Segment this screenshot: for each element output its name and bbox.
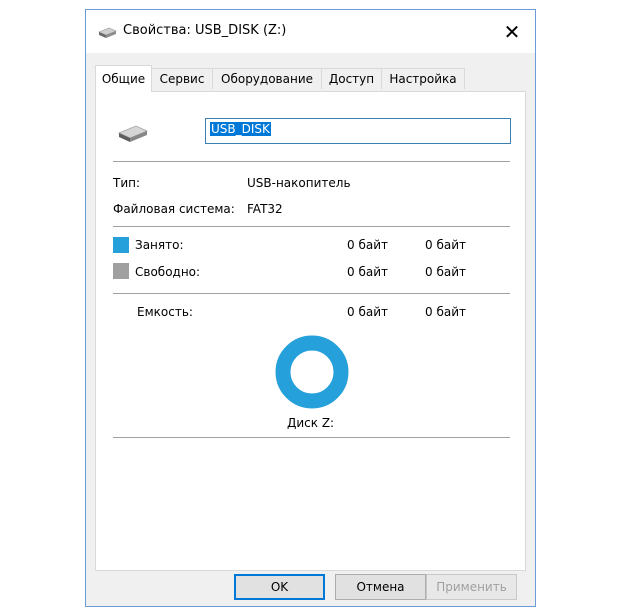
volume-name-selection: USB_DISK [210, 122, 271, 136]
disk-usage-chart [275, 335, 349, 409]
capacity-bytes: 0 байт [347, 305, 388, 319]
tab-label: Настройка [389, 72, 457, 86]
tab-customize[interactable]: Настройка [381, 68, 465, 89]
title-bar: Свойства: USB_DISK (Z:) ✕ [86, 10, 535, 53]
ok-button[interactable]: OK [234, 574, 325, 600]
disk-usage-ring [275, 335, 349, 409]
capacity-label: Емкость: [137, 305, 193, 319]
tab-service[interactable]: Сервис [151, 68, 213, 89]
divider [113, 161, 510, 162]
used-space-swatch [113, 237, 129, 253]
free-size: 0 байт [425, 265, 466, 279]
free-space-swatch [113, 263, 129, 279]
free-label: Свободно: [135, 265, 201, 279]
tab-label: Оборудование [221, 72, 313, 86]
properties-dialog: Свойства: USB_DISK (Z:) ✕ Общие Сервис О… [85, 9, 536, 607]
apply-button: Применить [426, 574, 517, 600]
usb-drive-icon [98, 27, 117, 38]
apply-button-label: Применить [436, 580, 507, 594]
ok-button-label: OK [270, 580, 289, 594]
tab-sharing[interactable]: Доступ [321, 68, 382, 89]
tab-hardware[interactable]: Оборудование [212, 68, 322, 89]
type-value: USB-накопитель [247, 176, 351, 190]
close-icon: ✕ [503, 19, 521, 44]
tab-label: Доступ [328, 72, 375, 86]
divider [113, 437, 510, 438]
close-button[interactable]: ✕ [489, 10, 535, 53]
general-panel: USB_DISK Тип: USB-накопитель Файловая си… [95, 91, 526, 571]
used-size: 0 байт [425, 238, 466, 252]
used-bytes: 0 байт [347, 238, 388, 252]
cancel-button[interactable]: Отмена [335, 574, 426, 600]
capacity-size: 0 байт [425, 305, 466, 319]
volume-name-input[interactable]: USB_DISK [205, 118, 511, 144]
tab-general[interactable]: Общие [95, 65, 152, 92]
filesystem-label: Файловая система: [113, 202, 235, 216]
window-title: Свойства: USB_DISK (Z:) [123, 23, 287, 38]
divider [113, 226, 510, 227]
filesystem-value: FAT32 [247, 202, 283, 216]
type-label: Тип: [113, 176, 141, 190]
disk-label: Диск Z: [287, 416, 335, 430]
usb-drive-icon [117, 125, 149, 142]
tab-label: Общие [101, 72, 146, 86]
cancel-button-label: Отмена [356, 580, 405, 594]
free-bytes: 0 байт [347, 265, 388, 279]
divider [113, 293, 510, 294]
tab-label: Сервис [159, 72, 205, 86]
used-label: Занято: [135, 238, 184, 252]
